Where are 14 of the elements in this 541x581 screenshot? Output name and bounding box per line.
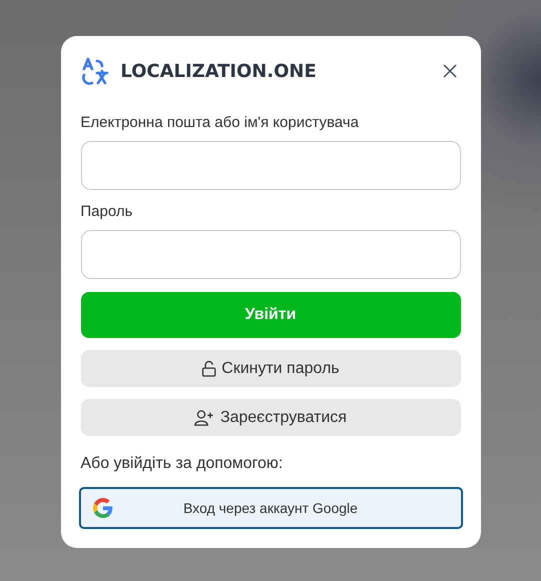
add-user-icon: [194, 410, 214, 426]
google-login-button[interactable]: Вход через аккаунт Google: [78, 487, 462, 529]
input-field[interactable]: [80, 230, 460, 279]
google-icon: [92, 498, 112, 518]
translate-icon: [80, 57, 108, 85]
dialog-title: LOCALIZATION.ONE: [120, 60, 316, 82]
register-button[interactable]: Зареєструватися: [80, 399, 460, 436]
close-icon: [442, 64, 456, 78]
field-label: Пароль: [80, 203, 134, 220]
alt-login-prompt: Або увійдіть за допомогою:: [80, 455, 284, 473]
reset-password-button[interactable]: Скинути пароль: [80, 350, 460, 387]
input-field[interactable]: [80, 141, 460, 190]
unlock-icon: [202, 360, 216, 376]
field-label: Електронна пошта або ім'я користувача: [80, 114, 360, 131]
